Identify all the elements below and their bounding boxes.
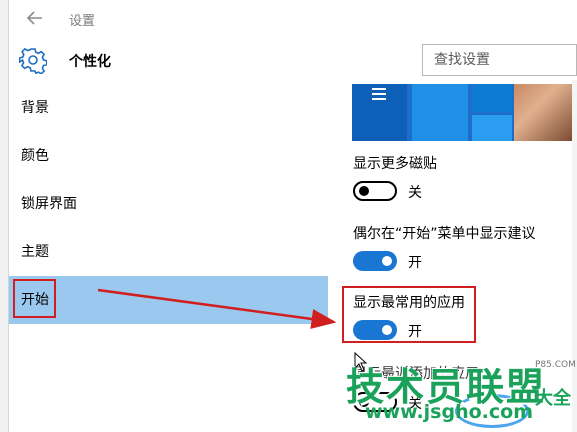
gear-icon: [18, 46, 48, 75]
sidebar-item-colors[interactable]: 颜色: [9, 132, 328, 180]
sidebar-item-start[interactable]: 开始: [9, 276, 328, 324]
back-arrow-icon[interactable]: [25, 8, 45, 28]
hamburger-icon: [372, 88, 386, 100]
setting-label-more-tiles: 显示更多磁贴: [353, 156, 437, 172]
start-preview-image: [352, 84, 572, 141]
preview-tile: [412, 84, 468, 141]
background-window-edge: [0, 0, 9, 432]
watermark-small-text: P85.COM: [535, 360, 576, 370]
search-input[interactable]: [432, 45, 576, 75]
sidebar-item-label: 锁屏界面: [21, 196, 77, 212]
sidebar-item-themes[interactable]: 主题: [9, 228, 328, 276]
watermark-url: www.jsgho.com: [365, 401, 533, 423]
search-box[interactable]: [422, 44, 577, 76]
annotation-highlight-box: [342, 286, 476, 343]
toggle-state-more-tiles: 关: [408, 185, 422, 201]
preview-tile: [472, 84, 512, 112]
sidebar-item-label: 主题: [21, 244, 49, 260]
scrollbar-track[interactable]: [572, 80, 577, 432]
toggle-suggestions[interactable]: [353, 251, 397, 271]
sidebar-item-background[interactable]: 背景: [9, 84, 328, 132]
watermark-suffix: 大全: [535, 388, 571, 409]
page-title: 个性化: [69, 54, 111, 70]
sidebar-item-label: 背景: [21, 100, 49, 116]
annotation-highlight-box: [13, 279, 56, 318]
title-bar: 设置: [9, 0, 577, 38]
sidebar-item-lock-screen[interactable]: 锁屏界面: [9, 180, 328, 228]
window-title: 设置: [69, 14, 96, 29]
preview-tile: [472, 115, 512, 141]
toggle-state-suggestions: 开: [408, 255, 422, 271]
preview-photo: [514, 84, 572, 141]
sidebar-item-label: 颜色: [21, 148, 49, 164]
setting-label-suggestions: 偶尔在“开始”菜单中显示建议: [353, 226, 536, 242]
toggle-more-tiles[interactable]: [353, 181, 397, 201]
